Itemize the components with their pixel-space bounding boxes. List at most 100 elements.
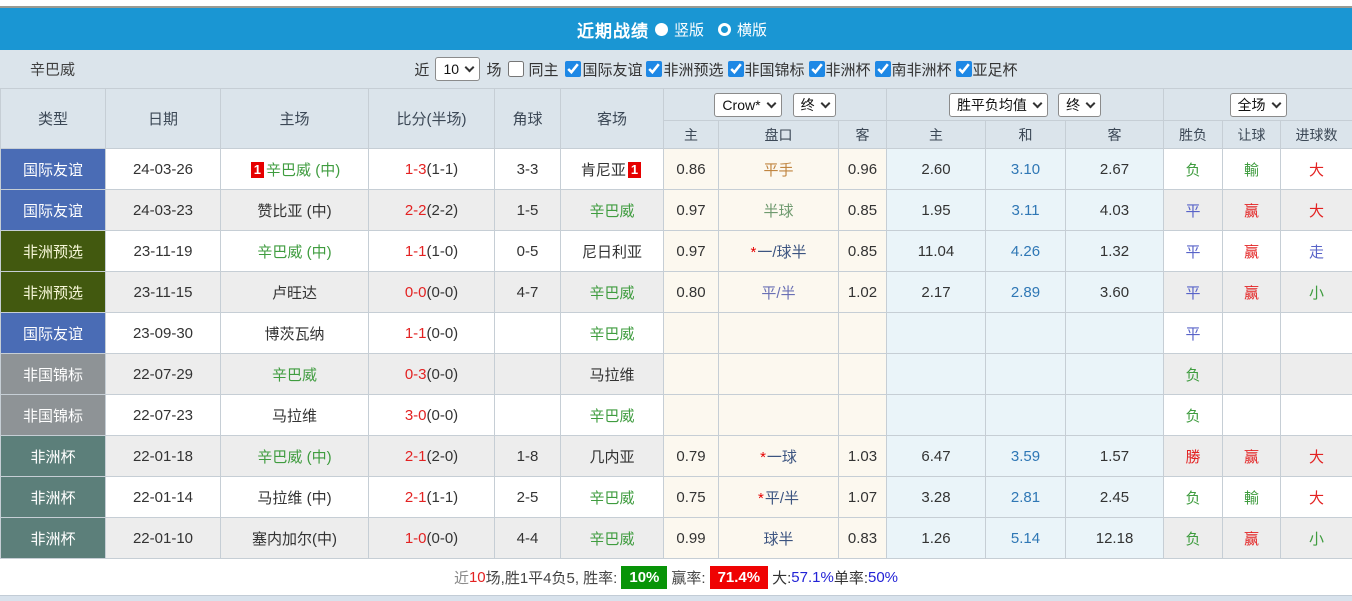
summary-rate-badge-3: 10% — [621, 566, 667, 589]
cell-handicap-result: 輸 — [1223, 149, 1281, 190]
cell-handicap-result: 赢 — [1223, 231, 1281, 272]
cell-handicap-home-odds — [664, 354, 719, 395]
cell-competition-type: 国际友谊 — [1, 313, 106, 354]
cell-competition-type: 国际友谊 — [1, 190, 106, 231]
cell-score: 0-3(0-0) — [369, 354, 495, 395]
cell-corners: 1-8 — [495, 436, 561, 477]
cell-handicap-away-odds: 0.85 — [839, 190, 887, 231]
league-filter-checkbox-1[interactable] — [646, 61, 662, 77]
cell-avg-away-odds: 2.45 — [1066, 477, 1164, 518]
cell-corners — [495, 395, 561, 436]
recent-results-panel: 近期战绩 竖版 横版 辛巴威 近 10 场 同主 国际友谊非洲预选非国锦标非洲杯… — [0, 0, 1352, 601]
cell-corners: 3-3 — [495, 149, 561, 190]
cell-winloss-result: 平 — [1164, 231, 1223, 272]
cell-handicap-away-odds — [839, 313, 887, 354]
team-name: 辛巴威 — [30, 59, 75, 80]
cell-score: 1-3(1-1) — [369, 149, 495, 190]
cell-competition-type: 非国锦标 — [1, 395, 106, 436]
cell-avg-away-odds: 2.67 — [1066, 149, 1164, 190]
cell-handicap-line: 平/半 — [719, 272, 839, 313]
cell-away-team: 辛巴威 — [561, 477, 664, 518]
sub-header-winloss: 胜负 — [1164, 121, 1223, 149]
sub-header-avg-home: 主 — [887, 121, 986, 149]
col-header-score: 比分(半场) — [369, 89, 495, 149]
cell-handicap-result: 赢 — [1223, 518, 1281, 559]
match-row-3: 非洲预选23-11-15卢旺达0-0(0-0)4-7辛巴威0.80平/半1.02… — [1, 272, 1352, 313]
summary-text-8: 单率: — [834, 567, 868, 588]
cell-avg-home-odds: 1.95 — [887, 190, 986, 231]
unit-label: 场 — [486, 59, 501, 80]
near-label: 近 — [414, 59, 429, 80]
cell-handicap-home-odds — [664, 395, 719, 436]
cell-corners: 4-4 — [495, 518, 561, 559]
avg-state-select[interactable]: 终 — [1058, 93, 1101, 117]
cell-avg-draw-odds: 4.26 — [986, 231, 1066, 272]
league-filter-label-3: 非洲杯 — [826, 59, 871, 80]
bookmaker-state-select[interactable]: 终 — [793, 93, 836, 117]
league-filter-group: 国际友谊非洲预选非国锦标非洲杯南非洲杯亚足杯 — [561, 59, 1017, 80]
period-select-wrap: 全场 — [1230, 93, 1287, 117]
cell-avg-home-odds: 1.26 — [887, 518, 986, 559]
period-select[interactable]: 全场 — [1230, 93, 1287, 117]
match-row-7: 非洲杯22-01-18辛巴威 (中)2-1(2-0)1-8几内亚0.79*一球1… — [1, 436, 1352, 477]
league-filter-checkbox-4[interactable] — [875, 61, 891, 77]
top-strip — [0, 0, 1352, 8]
match-row-0: 国际友谊24-03-261辛巴威 (中)1-3(1-1)3-3肯尼亚10.86平… — [1, 149, 1352, 190]
cell-score: 0-0(0-0) — [369, 272, 495, 313]
league-filter-checkbox-0[interactable] — [565, 61, 581, 77]
league-filter-checkbox-3[interactable] — [809, 61, 825, 77]
cell-goals-result: 大 — [1281, 149, 1352, 190]
match-row-1: 国际友谊24-03-23赞比亚 (中)2-2(2-2)1-5辛巴威0.97半球0… — [1, 190, 1352, 231]
match-row-8: 非洲杯22-01-14马拉维 (中)2-1(1-1)2-5辛巴威0.75*平/半… — [1, 477, 1352, 518]
match-count-select[interactable]: 10 — [435, 57, 480, 81]
sub-header-avg-away: 客 — [1066, 121, 1164, 149]
cell-avg-draw-odds: 3.59 — [986, 436, 1066, 477]
cell-home-team: 博茨瓦纳 — [221, 313, 369, 354]
cell-winloss-result: 负 — [1164, 395, 1223, 436]
cell-score: 1-1(0-0) — [369, 313, 495, 354]
cell-competition-type: 非洲杯 — [1, 477, 106, 518]
cell-corners — [495, 313, 561, 354]
league-filter-checkbox-5[interactable] — [956, 61, 972, 77]
radio-horizontal-layout[interactable] — [718, 23, 731, 36]
col-header-date: 日期 — [106, 89, 221, 149]
cell-winloss-result: 负 — [1164, 477, 1223, 518]
avg-select[interactable]: 胜平负均值 — [949, 93, 1048, 117]
cell-handicap-away-odds: 1.03 — [839, 436, 887, 477]
bookmaker-select[interactable]: Crow* — [714, 93, 782, 117]
col-header-corners: 角球 — [495, 89, 561, 149]
cell-winloss-result: 负 — [1164, 149, 1223, 190]
cell-date: 24-03-26 — [106, 149, 221, 190]
cell-avg-away-odds: 4.03 — [1066, 190, 1164, 231]
col-header-type: 类型 — [1, 89, 106, 149]
cell-winloss-result: 负 — [1164, 518, 1223, 559]
cell-handicap-result: 赢 — [1223, 272, 1281, 313]
summary-text-7: 57.1% — [791, 569, 834, 586]
cell-goals-result: 大 — [1281, 477, 1352, 518]
result-group-header: 全场 — [1164, 89, 1352, 121]
sub-header-handicap-line: 盘口 — [719, 121, 839, 149]
cell-date: 22-01-14 — [106, 477, 221, 518]
league-filter-checkbox-2[interactable] — [728, 61, 744, 77]
summary-text-6: 大: — [772, 567, 791, 588]
radio-vertical-layout[interactable] — [655, 23, 668, 36]
sub-header-handicap-result: 让球 — [1223, 121, 1281, 149]
cell-winloss-result: 平 — [1164, 190, 1223, 231]
title-bar: 近期战绩 竖版 横版 — [0, 8, 1352, 50]
cell-handicap-away-odds: 0.85 — [839, 231, 887, 272]
cell-avg-home-odds: 6.47 — [887, 436, 986, 477]
radio-horizontal-label[interactable]: 横版 — [737, 19, 767, 40]
cell-corners — [495, 354, 561, 395]
same-home-checkbox[interactable] — [508, 61, 524, 77]
cell-handicap-line: *平/半 — [719, 477, 839, 518]
cell-avg-home-odds: 2.60 — [887, 149, 986, 190]
league-filter-label-0: 国际友谊 — [582, 59, 642, 80]
cell-home-team: 辛巴威 (中) — [221, 436, 369, 477]
avg-state-select-wrap: 终 — [1058, 93, 1101, 117]
cell-away-team: 辛巴威 — [561, 190, 664, 231]
cell-date: 24-03-23 — [106, 190, 221, 231]
cell-away-team: 辛巴威 — [561, 313, 664, 354]
cell-handicap-result — [1223, 395, 1281, 436]
cell-goals-result: 走 — [1281, 231, 1352, 272]
radio-vertical-label[interactable]: 竖版 — [674, 19, 704, 40]
